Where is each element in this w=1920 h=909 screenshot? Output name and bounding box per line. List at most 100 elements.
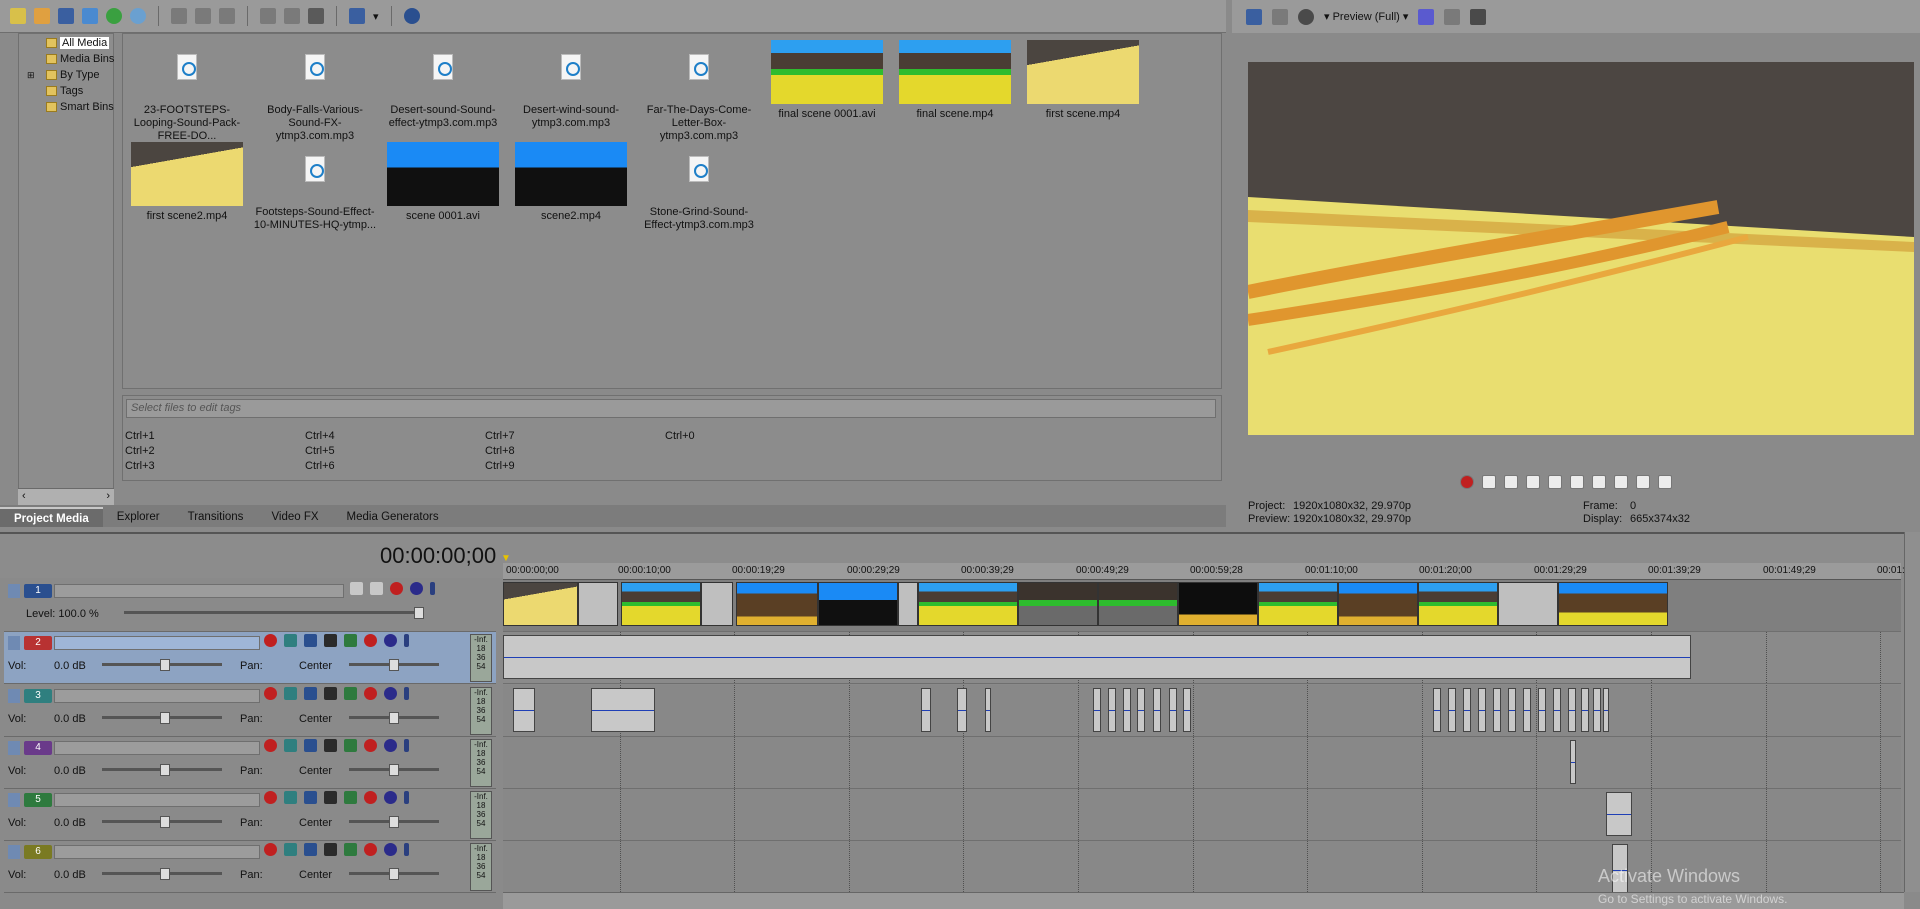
audio-clip[interactable] — [957, 688, 967, 732]
media-item[interactable]: scene2.mp4 — [507, 142, 635, 223]
audio-clip[interactable] — [1581, 688, 1589, 732]
audio-clip[interactable] — [1433, 688, 1441, 732]
shortcut-label[interactable]: Ctrl+9 — [485, 460, 515, 472]
mute-icon[interactable] — [410, 582, 423, 595]
compositing-mode-icon[interactable] — [350, 582, 363, 595]
track-fx-icon[interactable] — [284, 687, 297, 700]
track-name-field[interactable] — [54, 793, 260, 807]
timecode-display[interactable]: 00:00:00;00 — [380, 543, 496, 569]
video-clip[interactable] — [1018, 582, 1098, 626]
envelope-icon[interactable] — [344, 791, 357, 804]
media-item[interactable]: first scene2.mp4 — [123, 142, 251, 223]
envelope-icon[interactable] — [344, 687, 357, 700]
video-clip[interactable] — [1338, 582, 1418, 626]
shortcut-label[interactable]: Ctrl+0 — [665, 430, 695, 442]
volume-slider-thumb[interactable] — [160, 659, 170, 671]
mute-icon[interactable] — [384, 739, 397, 752]
open-icon[interactable] — [34, 8, 50, 24]
search-media-icon[interactable] — [130, 8, 146, 24]
video-clip[interactable] — [898, 582, 918, 626]
go-to-start-icon[interactable] — [1592, 475, 1606, 489]
preview-quality-dropdown[interactable]: ▾ Preview (Full) ▾ — [1324, 10, 1408, 23]
mute-icon[interactable] — [384, 791, 397, 804]
properties-icon[interactable] — [195, 8, 211, 24]
previous-frame-icon[interactable] — [1636, 475, 1650, 489]
video-preview[interactable] — [1248, 62, 1914, 435]
envelope-icon[interactable] — [344, 739, 357, 752]
volume-slider-thumb[interactable] — [160, 764, 170, 776]
audio-clip[interactable] — [513, 688, 535, 732]
audio-clip[interactable] — [921, 688, 931, 732]
tags-input[interactable]: Select files to edit tags — [126, 399, 1216, 418]
stop-icon[interactable] — [284, 8, 300, 24]
track-name-field[interactable] — [54, 845, 260, 859]
video-clip[interactable] — [1098, 582, 1178, 626]
play-from-start-icon[interactable] — [1504, 475, 1518, 489]
overlays-icon[interactable] — [1418, 8, 1435, 25]
audio-clip[interactable] — [1606, 792, 1632, 836]
automation-icon[interactable] — [304, 634, 317, 647]
tab-explorer[interactable]: Explorer — [103, 507, 174, 527]
track-fx-icon[interactable] — [390, 582, 403, 595]
pan-slider-thumb[interactable] — [389, 659, 399, 671]
next-frame-icon[interactable] — [1658, 475, 1672, 489]
volume-slider[interactable] — [102, 868, 222, 880]
envelope-icon[interactable] — [344, 843, 357, 856]
shortcut-label[interactable]: Ctrl+8 — [485, 445, 515, 457]
shortcut-label[interactable]: Ctrl+1 — [125, 430, 155, 442]
media-item[interactable]: first scene.mp4 — [1019, 40, 1147, 121]
automation-icon[interactable] — [304, 843, 317, 856]
scroll-right-icon[interactable]: › — [106, 490, 110, 502]
volume-slider[interactable] — [102, 712, 222, 724]
pan-slider[interactable] — [349, 868, 439, 880]
media-item[interactable]: 23-FOOTSTEPS-Looping-Sound-Pack-FREE-DO.… — [123, 40, 251, 143]
audio-clip[interactable] — [1553, 688, 1561, 732]
pan-slider-thumb[interactable] — [389, 712, 399, 724]
solo-icon[interactable] — [404, 687, 409, 700]
audio-clip[interactable] — [503, 635, 1691, 679]
mute-icon[interactable] — [384, 634, 397, 647]
track-fx-icon[interactable] — [284, 843, 297, 856]
media-item[interactable]: final scene.mp4 — [891, 40, 1019, 121]
audio-clip[interactable] — [1493, 688, 1501, 732]
tab-video-fx[interactable]: Video FX — [257, 507, 332, 527]
track-header-audio[interactable]: 5 Vol: 0.0 dB Pan: Center -Inf. 18 36 54 — [4, 789, 496, 841]
tree-item-media-bins[interactable]: Media Bins — [19, 51, 114, 67]
video-clip[interactable] — [1418, 582, 1498, 626]
bus-icon[interactable] — [324, 843, 337, 856]
solo-icon[interactable] — [404, 634, 409, 647]
settings-icon[interactable] — [364, 739, 377, 752]
automation-icon[interactable] — [304, 739, 317, 752]
settings-icon[interactable] — [364, 687, 377, 700]
settings-icon[interactable] — [364, 791, 377, 804]
track-motion-icon[interactable] — [370, 582, 383, 595]
audio-clip[interactable] — [591, 688, 655, 732]
settings-icon[interactable] — [364, 634, 377, 647]
bus-icon[interactable] — [324, 687, 337, 700]
audio-clip[interactable] — [1478, 688, 1486, 732]
audio-clip[interactable] — [1153, 688, 1161, 732]
solo-icon[interactable] — [404, 843, 409, 856]
arm-record-icon[interactable] — [264, 687, 277, 700]
solo-icon[interactable] — [430, 582, 435, 595]
views-icon[interactable] — [349, 8, 365, 24]
track-fx-icon[interactable] — [284, 634, 297, 647]
volume-slider[interactable] — [102, 816, 222, 828]
scroll-left-icon[interactable]: ‹ — [22, 490, 26, 502]
record-icon[interactable] — [1460, 475, 1474, 489]
solo-icon[interactable] — [404, 791, 409, 804]
track-header-audio[interactable]: 3 Vol: 0.0 dB Pan: Center -Inf. 18 36 54 — [4, 685, 496, 737]
shortcut-label[interactable]: Ctrl+5 — [305, 445, 335, 457]
media-item[interactable]: Stone-Grind-Sound-Effect-ytmp3.com.mp3 — [635, 142, 763, 232]
zoom-icon[interactable] — [403, 8, 420, 24]
audio-clip[interactable] — [1603, 688, 1609, 732]
new-project-icon[interactable] — [10, 8, 26, 24]
volume-slider[interactable] — [102, 764, 222, 776]
expand-icon[interactable]: ⊞ — [27, 70, 35, 81]
track-collapse-icon[interactable] — [8, 636, 20, 650]
track-header-audio[interactable]: 2 Vol: 0.0 dB Pan: Center -Inf. 18 36 54 — [4, 632, 496, 684]
volume-slider[interactable] — [102, 659, 222, 671]
shortcut-label[interactable]: Ctrl+6 — [305, 460, 335, 472]
save-icon[interactable] — [58, 8, 74, 24]
pan-slider-thumb[interactable] — [389, 816, 399, 828]
